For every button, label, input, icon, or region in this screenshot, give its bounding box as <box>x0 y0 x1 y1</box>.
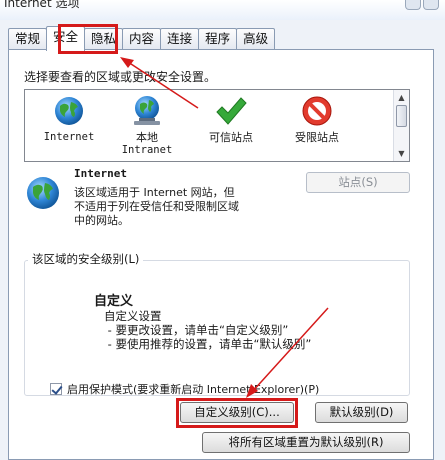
custom-level-button[interactable]: 自定义级别(C)... <box>180 402 294 423</box>
zone-intranet[interactable]: 本地 Intranet <box>111 94 183 157</box>
protected-mode-label: 启用保护模式(要求重新启动 Internet Explorer)(P) <box>67 383 320 396</box>
scroll-down-arrow-icon[interactable]: ▼ <box>395 147 408 160</box>
tab-strip: 常规 安全 隐私 内容 连接 程序 高级 <box>8 26 276 51</box>
tab-connections[interactable]: 连接 <box>160 28 200 50</box>
zone-list: Internet 本地 Intranet 可信站点 受限站点 ▲ ▼ <box>24 89 410 162</box>
globe-icon <box>27 177 59 209</box>
security-level-title: 自定义 <box>94 294 134 309</box>
globe-icon <box>55 97 83 125</box>
close-button[interactable] <box>423 0 439 10</box>
zone-trusted-sites[interactable]: 可信站点 <box>195 94 267 144</box>
zone-prompt: 选择要查看的区域或更改安全设置。 <box>24 70 217 84</box>
tab-content[interactable]: 内容 <box>122 28 162 50</box>
zone-info-title: Internet <box>74 167 127 180</box>
scroll-up-arrow-icon[interactable]: ▲ <box>395 91 408 104</box>
zone-info-description: 该区域适用于 Internet 网站，但 不适用于列在受信任和受限制区域 中的网… <box>74 186 284 228</box>
tab-security[interactable]: 安全 <box>46 26 86 51</box>
minimize-button[interactable] <box>405 0 421 10</box>
title-bar: Internet 选项 <box>0 0 445 20</box>
zone-desc-line: 不适用于列在受信任和受限制区域 <box>74 200 239 213</box>
zone-desc-line: 该区域适用于 Internet 网站，但 <box>74 186 235 199</box>
reset-all-zones-button[interactable]: 将所有区域重置为默认级别(R) <box>202 432 410 453</box>
zone-label: 受限站点 <box>295 131 339 144</box>
restricted-icon <box>302 96 332 126</box>
window-title: Internet 选项 <box>4 0 80 10</box>
tab-programs[interactable]: 程序 <box>198 28 238 50</box>
zone-list-scrollbar[interactable]: ▲ ▼ <box>393 90 409 161</box>
checkmark-icon <box>216 97 247 125</box>
zone-label-secondary: Intranet <box>121 144 173 156</box>
tab-advanced[interactable]: 高级 <box>236 28 276 50</box>
zone-label: 本地 <box>136 131 158 144</box>
tab-privacy[interactable]: 隐私 <box>84 28 124 50</box>
zone-label: 可信站点 <box>209 131 253 144</box>
zone-label: Internet <box>43 131 95 143</box>
zone-desc-line: 中的网站。 <box>74 214 129 227</box>
intranet-globe-icon <box>134 96 160 125</box>
default-level-button[interactable]: 默认级别(D) <box>315 402 408 423</box>
tab-general[interactable]: 常规 <box>8 28 48 50</box>
sites-button[interactable]: 站点(S) <box>306 172 410 193</box>
zone-restricted-sites[interactable]: 受限站点 <box>281 94 353 144</box>
protected-mode-checkbox[interactable] <box>50 383 62 395</box>
zone-internet[interactable]: Internet <box>33 94 105 144</box>
protected-mode-option[interactable]: 启用保护模式(要求重新启动 Internet Explorer)(P) <box>50 381 319 397</box>
window-controls <box>405 0 439 10</box>
security-level-legend: 该区域的安全级别(L) <box>28 251 144 267</box>
scroll-thumb[interactable] <box>396 105 407 127</box>
security-level-description: 自定义设置 - 要更改设置，请单击“自定义级别” - 要使用推荐的设置，请单击“… <box>104 309 312 351</box>
